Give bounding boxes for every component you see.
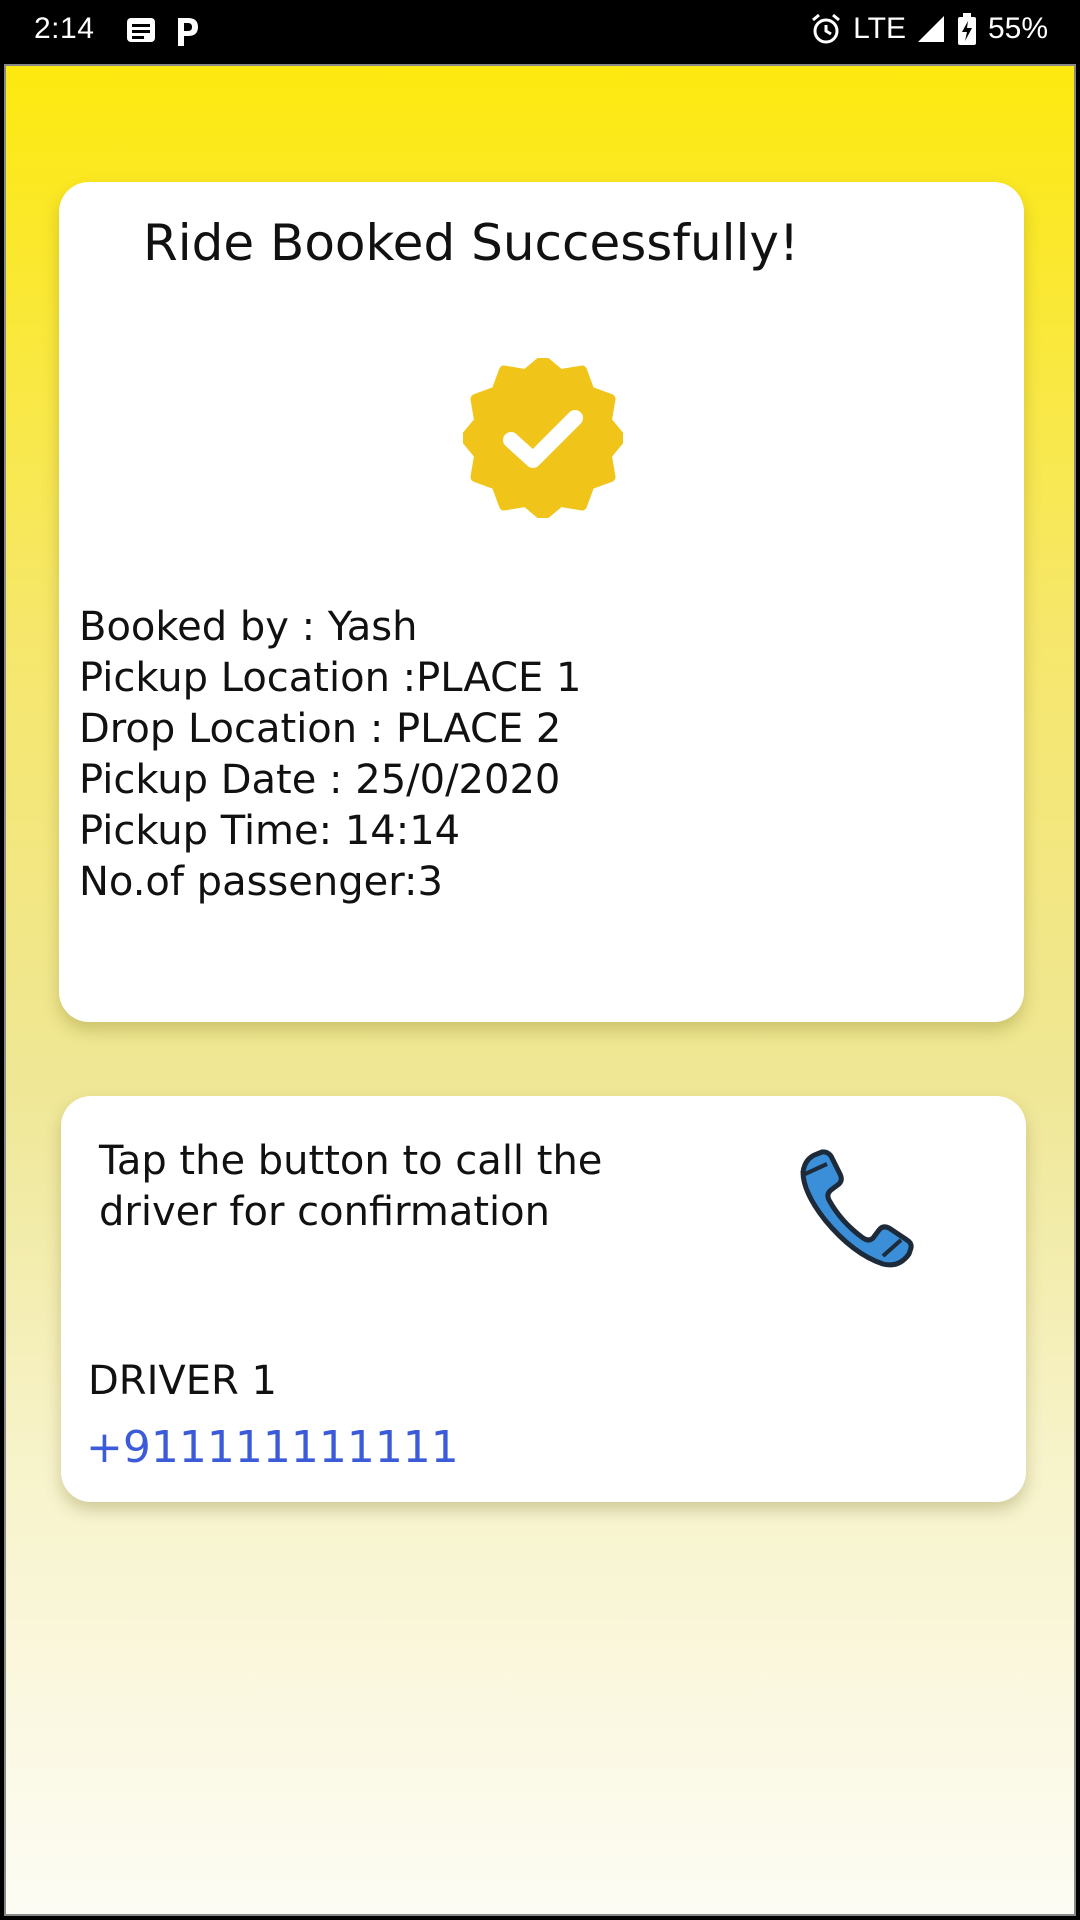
driver-phone-link[interactable]: +911111111111 xyxy=(86,1422,459,1473)
signal-icon xyxy=(916,14,946,44)
driver-contact-card: Tap the button to call the driver for co… xyxy=(61,1096,1026,1502)
parking-icon xyxy=(172,14,202,48)
booked-by: Booked by : Yash xyxy=(79,604,418,650)
driver-name: DRIVER 1 xyxy=(88,1358,277,1404)
booking-details: Booked by : Yash Pickup Location :PLACE … xyxy=(79,602,581,908)
status-time: 2:14 xyxy=(34,12,95,45)
network-label: LTE xyxy=(853,12,906,45)
battery-percent: 55% xyxy=(987,12,1048,45)
call-instruction: Tap the button to call the driver for co… xyxy=(99,1138,603,1235)
call-driver-button[interactable] xyxy=(791,1144,921,1274)
passenger-count: No.of passenger:3 xyxy=(79,859,443,905)
pickup-location: Pickup Location :PLACE 1 xyxy=(79,655,582,701)
status-bar: 2:14 LTE 55% xyxy=(0,0,1080,62)
message-icon xyxy=(124,14,158,48)
drop-location: Drop Location : PLACE 2 xyxy=(79,706,562,752)
battery-icon xyxy=(956,12,978,46)
alarm-icon xyxy=(809,12,843,46)
verified-badge-icon xyxy=(460,355,626,521)
phone-icon xyxy=(800,1149,914,1268)
booking-summary-card: Ride Booked Successfully! Booked by : Ya… xyxy=(59,182,1024,1022)
pickup-date: Pickup Date : 25/0/2020 xyxy=(79,757,561,803)
booking-confirmation-screen: Ride Booked Successfully! Booked by : Ya… xyxy=(4,64,1076,1916)
booking-title: Ride Booked Successfully! xyxy=(143,214,800,272)
pickup-time: Pickup Time: 14:14 xyxy=(79,808,461,854)
